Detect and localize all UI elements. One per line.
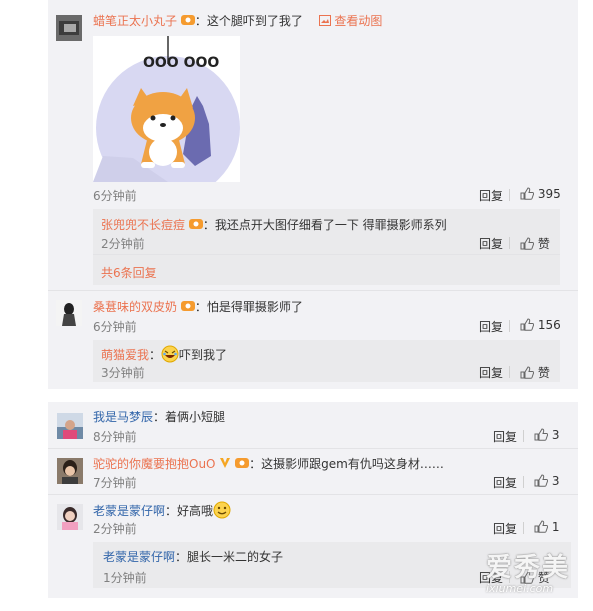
- divider: [523, 430, 524, 442]
- reply-item: 老蒙是蒙仔啊：腿长一米二的女子: [103, 550, 284, 564]
- reply-button[interactable]: 回复: [479, 187, 503, 204]
- comment-header: 我是马梦辰：着俩小短腿: [93, 410, 226, 424]
- reply-username[interactable]: 萌猫爱我: [101, 348, 149, 362]
- comment-time: 7分钟前: [93, 476, 137, 490]
- like-button[interactable]: 3: [534, 428, 559, 442]
- thumb-up-icon: [534, 520, 549, 533]
- like-count: 3: [551, 428, 560, 442]
- thumb-up-icon: [520, 318, 535, 331]
- comment-separator: ：: [194, 14, 207, 28]
- comment-text: 这摄影师跟gem有仇吗这身材……: [261, 457, 444, 471]
- view-gif-link[interactable]: 查看动图: [318, 14, 382, 29]
- reply-item: 萌猫爱我： 吓到我了: [101, 345, 227, 363]
- divider: [48, 290, 578, 291]
- like-label: 赞: [537, 366, 550, 380]
- comment-username[interactable]: 我是马梦辰: [93, 410, 153, 424]
- comment-time: 8分钟前: [93, 430, 137, 444]
- like-button[interactable]: 1: [534, 520, 559, 534]
- reply-button[interactable]: 回复: [479, 318, 503, 335]
- comment-header: 桑葚味的双皮奶 ：怕是得罪摄影师了: [93, 300, 303, 314]
- comment-text: 这个腿吓到了我了: [206, 14, 303, 28]
- vip-badge-icon[interactable]: [235, 457, 250, 469]
- image-caption: OOO OOO: [143, 55, 219, 71]
- comment-username[interactable]: 驼驼的你魔要抱抱OuO: [93, 457, 216, 471]
- reply-text: 我还点开大图仔细看了一下 得罪摄影师系列: [214, 218, 447, 232]
- reply-button[interactable]: 回复: [493, 520, 517, 537]
- divider: [509, 237, 510, 249]
- comment-time: 6分钟前: [93, 189, 137, 203]
- divider: [509, 366, 510, 378]
- comment-text: 着俩小短腿: [165, 410, 226, 424]
- like-label: 赞: [537, 237, 550, 251]
- like-button[interactable]: 赞: [520, 364, 550, 381]
- like-button[interactable]: 赞: [520, 235, 550, 252]
- thumb-up-icon: [520, 237, 535, 250]
- reply-item: 张兜兜不长痘痘 ：我还点开大图仔细看了一下 得罪摄影师系列: [101, 218, 447, 232]
- thumb-up-icon: [520, 366, 535, 379]
- thumb-up-icon: [520, 187, 535, 200]
- vip-badge-icon[interactable]: [188, 218, 203, 230]
- like-count: 395: [537, 187, 561, 201]
- divider: [48, 494, 578, 495]
- comment-username[interactable]: 蜡笔正太小丸子: [93, 14, 177, 28]
- comment-text: 怕是得罪摄影师了: [206, 300, 303, 314]
- comment-time: 6分钟前: [93, 320, 137, 334]
- reply-button[interactable]: 回复: [493, 428, 517, 445]
- like-count: 156: [537, 318, 561, 332]
- divider: [523, 476, 524, 488]
- divider: [523, 522, 524, 534]
- verified-v-icon[interactable]: [219, 457, 231, 472]
- more-replies-link[interactable]: 共6条回复: [101, 264, 157, 281]
- thumb-up-icon: [534, 428, 549, 441]
- watermark-logo: 爱秀美: [486, 553, 571, 583]
- reply-text: 吓到我了: [179, 348, 228, 362]
- reply-time: 3分钟前: [101, 366, 145, 380]
- like-button[interactable]: 3: [534, 474, 559, 488]
- like-count: 3: [551, 474, 560, 488]
- avatar[interactable]: [57, 413, 83, 439]
- comment-username[interactable]: 桑葚味的双皮奶: [93, 300, 177, 314]
- avatar[interactable]: [56, 15, 82, 41]
- comment-time: 2分钟前: [93, 522, 137, 536]
- comment-username[interactable]: 老蒙是蒙仔啊: [93, 504, 165, 518]
- reply-button[interactable]: 回复: [493, 474, 517, 491]
- laughing-emoji-icon: [161, 345, 179, 363]
- like-button[interactable]: 156: [520, 318, 561, 332]
- comment-header: 驼驼的你魔要抱抱OuO ：这摄影师跟gem有仇吗这身材……: [93, 457, 444, 472]
- comment-image[interactable]: OOO OOO: [93, 36, 240, 200]
- divider: [509, 189, 510, 201]
- avatar[interactable]: [56, 300, 82, 326]
- vip-badge-icon[interactable]: [180, 300, 195, 312]
- watermark-url: ixiumei.com: [486, 582, 554, 595]
- reply-username[interactable]: 老蒙是蒙仔啊: [103, 550, 175, 564]
- avatar[interactable]: [57, 458, 83, 484]
- comment-text: 好高哦: [177, 504, 214, 518]
- reply-button[interactable]: 回复: [479, 235, 503, 252]
- gif-icon: [318, 15, 331, 29]
- reply-time: 2分钟前: [101, 237, 145, 251]
- reply-text: 腿长一米二的女子: [187, 550, 284, 564]
- divider: [48, 448, 578, 449]
- thumb-up-icon: [534, 474, 549, 487]
- comment-header: 蜡笔正太小丸子 ：这个腿吓到了我了 查看动图: [93, 12, 382, 29]
- divider: [509, 320, 510, 332]
- reply-username[interactable]: 张兜兜不长痘痘: [101, 218, 185, 232]
- smile-emoji-icon: [213, 501, 231, 519]
- vip-badge-icon[interactable]: [180, 14, 195, 26]
- divider: [93, 254, 560, 255]
- reply-time: 1分钟前: [103, 571, 147, 585]
- like-count: 1: [551, 520, 560, 534]
- avatar[interactable]: [57, 504, 83, 530]
- reply-button[interactable]: 回复: [479, 364, 503, 381]
- like-button[interactable]: 395: [520, 187, 561, 201]
- comment-header: 老蒙是蒙仔啊：好高哦: [93, 501, 231, 519]
